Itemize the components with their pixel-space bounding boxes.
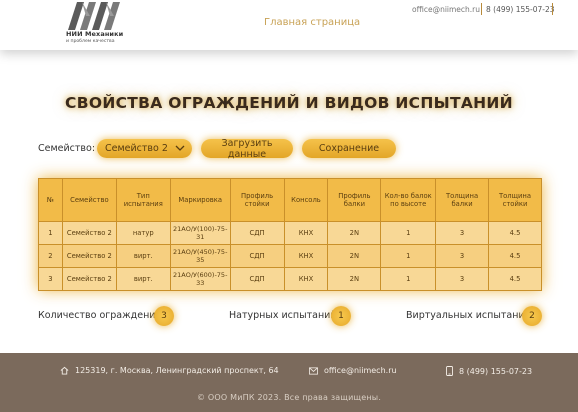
col-header-post-thickness: Толщина стойки bbox=[488, 178, 542, 222]
cell-post-profile: СДП bbox=[229, 244, 285, 268]
logo[interactable]: НИИ Механики и проблем качества bbox=[66, 2, 124, 46]
col-header-beam-profile: Профиль балки bbox=[327, 178, 382, 222]
data-table: № Семейство Тип испытания Маркировка Про… bbox=[38, 178, 542, 291]
cell-post-profile: СДП bbox=[229, 267, 285, 291]
total-fences-badge: 3 bbox=[154, 306, 174, 326]
footer-address: 125319, г. Москва, Ленинградский проспек… bbox=[60, 366, 279, 375]
cell-family: Семейство 2 bbox=[61, 244, 117, 268]
virtual-tests-badge: 2 bbox=[522, 306, 542, 326]
cell-marking: 21АО/У(450)-75-35 bbox=[169, 244, 231, 268]
cell-beam-count: 1 bbox=[380, 244, 437, 268]
footer-email[interactable]: office@niimech.ru bbox=[309, 366, 397, 375]
cell-post-thickness: 4.5 bbox=[488, 221, 542, 245]
footer-email-text: office@niimech.ru bbox=[324, 366, 397, 375]
cell-console: КНХ bbox=[283, 221, 329, 245]
col-header-test-type: Тип испытания bbox=[115, 178, 171, 222]
cell-number: 1 bbox=[38, 221, 63, 245]
cell-family: Семейство 2 bbox=[61, 267, 117, 291]
col-header-console: Консоль bbox=[283, 178, 329, 222]
col-header-beam-count: Кол-во балок по высоте bbox=[380, 178, 437, 222]
family-select[interactable]: Семейство 2 bbox=[97, 139, 192, 158]
cell-beam-profile: 2N bbox=[327, 267, 382, 291]
footer-copyright: © ООО МиПК 2023. Все права защищены. bbox=[196, 393, 382, 402]
footer-phone[interactable]: 8 (499) 155-07-23 bbox=[446, 366, 532, 376]
header-phone[interactable]: 8 (499) 155-07-23 bbox=[486, 5, 555, 14]
cell-beam-thickness: 3 bbox=[435, 267, 490, 291]
cell-beam-profile: 2N bbox=[327, 221, 382, 245]
load-data-button[interactable]: Загрузить данные bbox=[201, 138, 293, 160]
cell-number: 2 bbox=[38, 244, 63, 268]
col-header-post-profile: Профиль стойки bbox=[229, 178, 285, 222]
col-header-marking: Маркировка bbox=[169, 178, 231, 222]
phone-icon bbox=[446, 366, 453, 376]
family-select-value: Семейство 2 bbox=[105, 143, 168, 154]
save-button[interactable]: Сохранение bbox=[302, 139, 396, 158]
cell-number: 3 bbox=[38, 267, 63, 291]
table-row[interactable]: 1 Семейство 2 натур 21АО/У(100)-75-31 СД… bbox=[38, 221, 542, 245]
cell-test-type: вирт. bbox=[115, 267, 171, 291]
mail-icon bbox=[309, 366, 318, 375]
total-fences-label: Количество ограждений: bbox=[38, 310, 165, 321]
cell-console: КНХ bbox=[283, 267, 329, 291]
natural-tests-badge: 1 bbox=[331, 306, 351, 326]
header-email[interactable]: office@niimech.ru bbox=[412, 5, 480, 14]
cell-beam-profile: 2N bbox=[327, 244, 382, 268]
virtual-tests-label: Виртуальных испытаний: bbox=[406, 310, 534, 321]
page-title: СВОЙСТВА ОГРАЖДЕНИЙ И ВИДОВ ИСПЫТАНИЙ bbox=[65, 94, 513, 112]
cell-family: Семейство 2 bbox=[61, 221, 117, 245]
cell-post-thickness: 4.5 bbox=[488, 244, 542, 268]
col-header-number: № bbox=[38, 178, 63, 222]
table-header-row: № Семейство Тип испытания Маркировка Про… bbox=[38, 178, 542, 222]
cell-console: КНХ bbox=[283, 244, 329, 268]
site-footer: 125319, г. Москва, Ленинградский проспек… bbox=[0, 353, 578, 412]
cell-test-type: вирт. bbox=[115, 244, 171, 268]
cell-beam-count: 1 bbox=[380, 221, 437, 245]
chevron-down-icon bbox=[175, 145, 185, 151]
col-header-beam-thickness: Толщина балки bbox=[435, 178, 490, 222]
col-header-family: Семейство bbox=[61, 178, 117, 222]
table-row[interactable]: 3 Семейство 2 вирт. 21АО/У(600)-75-33 СД… bbox=[38, 267, 542, 291]
table-row[interactable]: 2 Семейство 2 вирт. 21АО/У(450)-75-35 СД… bbox=[38, 244, 542, 268]
cell-marking: 21АО/У(100)-75-31 bbox=[169, 221, 231, 245]
footer-address-text: 125319, г. Москва, Ленинградский проспек… bbox=[75, 366, 279, 375]
cell-beam-thickness: 3 bbox=[435, 244, 490, 268]
cell-test-type: натур bbox=[115, 221, 171, 245]
data-table-container: № Семейство Тип испытания Маркировка Про… bbox=[38, 178, 542, 291]
family-label: Семейство: bbox=[38, 143, 96, 154]
cell-post-profile: СДП bbox=[229, 221, 285, 245]
logo-title: НИИ Механики bbox=[66, 30, 124, 38]
logo-subtitle: и проблем качества bbox=[66, 39, 115, 44]
header-divider-end bbox=[552, 3, 553, 15]
cell-beam-thickness: 3 bbox=[435, 221, 490, 245]
nav-home-link[interactable]: Главная страница bbox=[264, 17, 360, 28]
cell-beam-count: 1 bbox=[380, 267, 437, 291]
cell-marking: 21АО/У(600)-75-33 bbox=[169, 267, 231, 291]
footer-phone-text: 8 (499) 155-07-23 bbox=[459, 366, 533, 376]
cell-post-thickness: 4.5 bbox=[488, 267, 542, 291]
header-divider bbox=[481, 3, 482, 15]
site-header: НИИ Механики и проблем качества Главная … bbox=[0, 0, 578, 50]
home-icon bbox=[60, 366, 69, 375]
natural-tests-label: Натурных испытаний: bbox=[229, 310, 340, 321]
logo-mark-icon bbox=[68, 2, 120, 30]
